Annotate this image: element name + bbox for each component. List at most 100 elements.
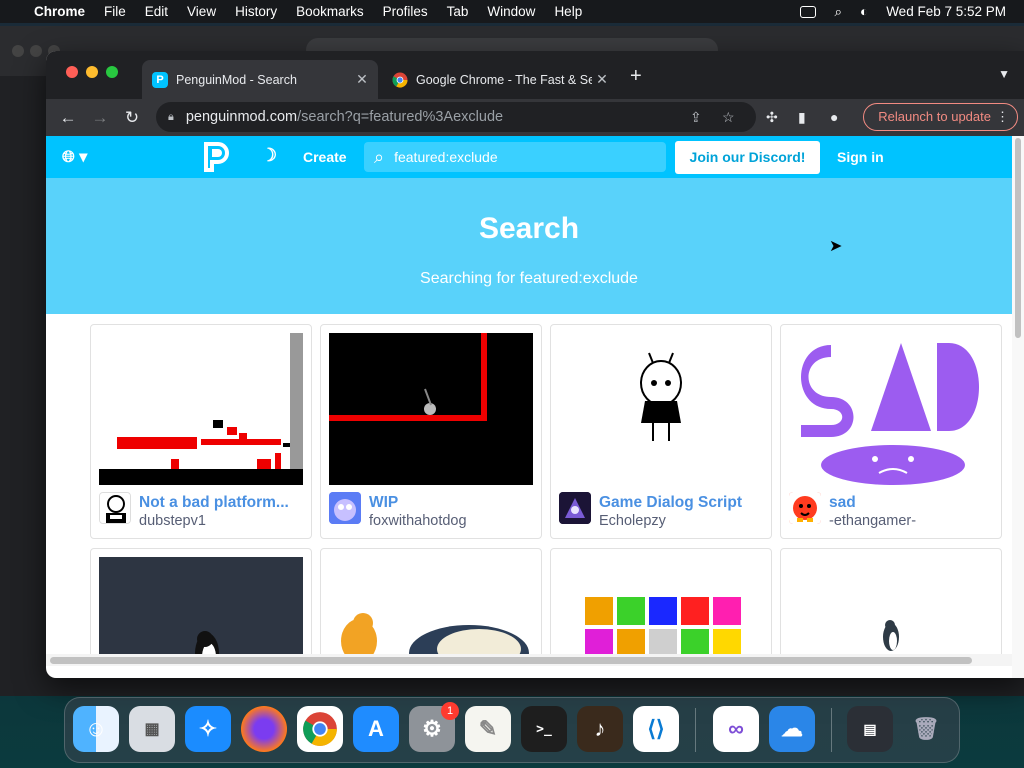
project-card[interactable]: Not a bad platform... dubstepv1 bbox=[90, 324, 312, 539]
tab-strip: P PenguinMod - Search ✕ Google Chrome - … bbox=[46, 51, 1024, 99]
control-center-icon[interactable]: ◐ bbox=[860, 4, 868, 19]
share-icon[interactable]: ⇪ bbox=[690, 109, 702, 126]
author-avatar[interactable] bbox=[789, 492, 821, 524]
project-card[interactable] bbox=[550, 548, 772, 666]
project-card[interactable]: sad -ethangamer- bbox=[780, 324, 1002, 539]
back-icon[interactable]: ← bbox=[52, 108, 84, 128]
downloads-stack-icon[interactable]: ▤ bbox=[847, 706, 893, 752]
project-thumbnail[interactable] bbox=[329, 557, 533, 666]
site-search-input[interactable]: ⌕ featured:exclude bbox=[364, 142, 666, 172]
theme-moon-icon[interactable]: ☽ bbox=[261, 145, 277, 166]
site-header: 🌐︎ ▾ ☽ Create ⌕ featured:exclude Join ou… bbox=[46, 136, 1012, 178]
project-thumbnail[interactable] bbox=[329, 333, 533, 485]
app-store-icon[interactable]: A bbox=[353, 706, 399, 752]
author-avatar[interactable] bbox=[559, 492, 591, 524]
terminal-icon[interactable]: >_ bbox=[521, 706, 567, 752]
project-author[interactable]: dubstepv1 bbox=[139, 513, 206, 529]
profile-icon[interactable]: ● bbox=[830, 109, 838, 125]
project-thumbnail[interactable] bbox=[559, 557, 763, 666]
finder-icon[interactable]: ☺ bbox=[73, 706, 119, 752]
menu-bar: Chrome File Edit View History Bookmarks … bbox=[0, 0, 1024, 23]
url-host: penguinmod.com bbox=[185, 109, 298, 125]
menu-tab[interactable]: Tab bbox=[447, 4, 469, 19]
project-title[interactable]: Not a bad platform... bbox=[139, 494, 305, 512]
project-author[interactable]: Echolepzy bbox=[599, 513, 666, 529]
author-avatar[interactable] bbox=[329, 492, 361, 524]
tab-title: PenguinMod - Search bbox=[176, 72, 297, 87]
menu-history[interactable]: History bbox=[235, 4, 277, 19]
project-title[interactable]: sad bbox=[829, 494, 995, 512]
safari-icon[interactable]: ✧ bbox=[185, 706, 231, 752]
minimize-window-button[interactable] bbox=[86, 66, 98, 78]
menu-help[interactable]: Help bbox=[554, 4, 582, 19]
mouse-cursor-icon: ➤ bbox=[829, 238, 843, 255]
project-thumbnail[interactable] bbox=[789, 333, 993, 485]
close-tab-icon[interactable]: ✕ bbox=[352, 71, 372, 88]
dock: ☺ ▦ ✧ A ⚙ 1 ✎ >_ ♪ ⟨⟩ ∞ ☁ ▤ 🗑︎ bbox=[64, 697, 960, 763]
menu-window[interactable]: Window bbox=[487, 4, 535, 19]
project-thumbnail[interactable] bbox=[99, 557, 303, 666]
project-title[interactable]: Game Dialog Script bbox=[599, 494, 765, 512]
tab-penguinmod-search[interactable]: P PenguinMod - Search ✕ bbox=[142, 60, 378, 99]
author-avatar[interactable] bbox=[99, 492, 131, 524]
menu-bookmarks[interactable]: Bookmarks bbox=[296, 4, 364, 19]
chrome-icon[interactable] bbox=[297, 706, 343, 752]
launchpad-icon[interactable]: ▦ bbox=[129, 706, 175, 752]
project-author[interactable]: foxwithahotdog bbox=[369, 513, 467, 529]
relaunch-label: Relaunch to update bbox=[878, 109, 991, 124]
new-tab-icon[interactable]: + bbox=[630, 65, 642, 88]
project-card[interactable] bbox=[90, 548, 312, 666]
project-author[interactable]: -ethangamer- bbox=[829, 513, 916, 529]
project-thumbnail[interactable] bbox=[99, 333, 303, 485]
language-globe-icon[interactable]: 🌐︎ ▾ bbox=[62, 147, 87, 167]
textedit-icon[interactable]: ✎ bbox=[465, 706, 511, 752]
project-thumbnail[interactable] bbox=[789, 557, 993, 666]
close-window-button[interactable] bbox=[66, 66, 78, 78]
menu-edit[interactable]: Edit bbox=[145, 4, 168, 19]
menu-app-name[interactable]: Chrome bbox=[34, 4, 85, 19]
vertical-scrollbar[interactable] bbox=[1012, 136, 1024, 678]
menu-view[interactable]: View bbox=[187, 4, 216, 19]
garageband-icon[interactable]: ♪ bbox=[577, 706, 623, 752]
create-link[interactable]: Create bbox=[303, 149, 347, 165]
browser-toolbar: ← → ↻ 🔒︎ penguinmod.com/search?q=feature… bbox=[46, 99, 1024, 136]
zoom-window-button[interactable] bbox=[106, 66, 118, 78]
system-settings-icon[interactable]: ⚙ 1 bbox=[409, 702, 459, 752]
trash-icon[interactable]: 🗑︎ bbox=[903, 706, 949, 752]
close-tab-icon[interactable]: ✕ bbox=[592, 71, 612, 88]
more-menu-icon[interactable]: ⋮ bbox=[996, 104, 1009, 130]
tab-search-chevron-icon[interactable]: ▼ bbox=[998, 67, 1010, 81]
address-bar[interactable]: 🔒︎ penguinmod.com/search?q=featured%3Aex… bbox=[156, 102, 756, 132]
sign-in-link[interactable]: Sign in bbox=[837, 149, 884, 165]
reload-icon[interactable]: ↻ bbox=[116, 108, 148, 128]
menu-profiles[interactable]: Profiles bbox=[383, 4, 428, 19]
join-discord-button[interactable]: Join our Discord! bbox=[675, 141, 820, 174]
project-card[interactable]: Game Dialog Script Echolepzy bbox=[550, 324, 772, 539]
horizontal-scrollbar[interactable] bbox=[46, 654, 1012, 666]
forward-icon[interactable]: → bbox=[84, 108, 116, 128]
search-icon: ⌕ bbox=[374, 146, 385, 167]
penguinmod-logo[interactable] bbox=[198, 140, 232, 174]
extensions-icon[interactable]: ✣ bbox=[766, 109, 778, 126]
chrome-window: P PenguinMod - Search ✕ Google Chrome - … bbox=[46, 51, 1024, 678]
vscode-icon[interactable]: ⟨⟩ bbox=[633, 706, 679, 752]
site-info-icon[interactable]: 🔒︎ bbox=[168, 111, 174, 124]
firefox-icon[interactable] bbox=[241, 706, 287, 752]
tab-title: Google Chrome - The Fast & Secure bbox=[416, 72, 592, 87]
search-banner: Search Searching for featured:exclude bbox=[46, 178, 1012, 314]
project-card[interactable]: WIP foxwithahotdog bbox=[320, 324, 542, 539]
relaunch-to-update-button[interactable]: Relaunch to update ⋮ bbox=[863, 103, 1018, 131]
visual-studio-icon[interactable]: ∞ bbox=[713, 706, 759, 752]
screen-mirroring-icon[interactable] bbox=[800, 5, 817, 18]
project-card[interactable] bbox=[780, 548, 1002, 666]
project-thumbnail[interactable] bbox=[559, 333, 763, 485]
tab-google-chrome[interactable]: Google Chrome - The Fast & Secure ✕ bbox=[382, 60, 618, 99]
weather-icon[interactable]: ☁ bbox=[769, 706, 815, 752]
menu-clock[interactable]: Wed Feb 7 5:52 PM bbox=[886, 4, 1006, 19]
project-title[interactable]: WIP bbox=[369, 494, 535, 512]
side-panel-icon[interactable]: ▮ bbox=[798, 109, 806, 126]
project-card[interactable] bbox=[320, 548, 542, 666]
spotlight-search-icon[interactable]: ⌕ bbox=[834, 4, 842, 20]
bookmark-star-icon[interactable]: ☆ bbox=[722, 109, 735, 126]
menu-file[interactable]: File bbox=[104, 4, 126, 19]
